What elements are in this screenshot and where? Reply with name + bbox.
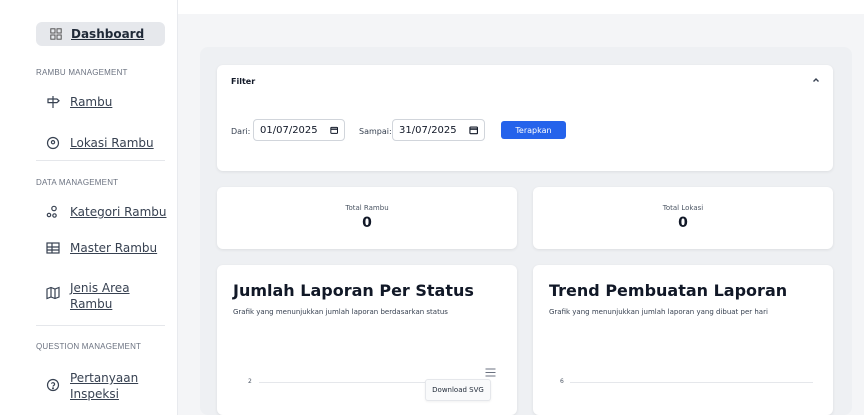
from-date-value: 01/07/2025 xyxy=(260,124,318,136)
chart-title: Trend Pembuatan Laporan xyxy=(549,281,788,300)
sidebar-divider xyxy=(36,325,165,326)
sidebar-item-label: Dashboard xyxy=(71,27,145,41)
help-circle-icon xyxy=(46,378,60,392)
signpost-icon xyxy=(47,96,60,108)
apply-filter-button[interactable]: Terapkan xyxy=(501,121,566,139)
y-axis-tick: 6 xyxy=(560,378,564,385)
dashboard-icon xyxy=(50,28,62,40)
map-icon xyxy=(46,286,60,300)
sidebar-item-label: Jenis Area Rambu xyxy=(70,280,130,312)
to-date-label: Sampai: xyxy=(359,127,392,136)
sidebar-item-master-rambu[interactable]: Master Rambu xyxy=(46,240,157,256)
calendar-icon[interactable] xyxy=(329,125,338,135)
label-line-1: Pertanyaan xyxy=(70,371,139,385)
chart-title: Jumlah Laporan Per Status xyxy=(233,281,474,300)
section-title-data-management: DATA MANAGEMENT xyxy=(36,178,119,187)
label-line-2: Inspeksi xyxy=(70,387,119,401)
stat-label: Total Rambu xyxy=(345,204,389,212)
stat-card-total-lokasi: Total Lokasi 0 xyxy=(533,187,833,249)
from-date-input[interactable]: 01/07/2025 xyxy=(253,119,345,141)
to-date-value: 31/07/2025 xyxy=(399,124,457,136)
sidebar-item-label: Rambu xyxy=(70,95,113,109)
sidebar-item-label: Lokasi Rambu xyxy=(70,136,154,150)
app-frame: Dashboard RAMBU MANAGEMENT Rambu Lokasi … xyxy=(0,0,864,415)
top-bar xyxy=(178,0,864,14)
chart-card-trend-pembuatan-laporan: Trend Pembuatan Laporan Grafik yang menu… xyxy=(533,265,833,415)
chart-gridline xyxy=(570,382,813,383)
chart-subtitle: Grafik yang menunjukkan jumlah laporan b… xyxy=(233,308,448,316)
stat-label: Total Lokasi xyxy=(662,204,704,212)
chart-card-laporan-per-status: Jumlah Laporan Per Status Grafik yang me… xyxy=(217,265,517,415)
table-icon xyxy=(46,242,60,254)
label-line-1: Jenis Area xyxy=(70,281,130,295)
section-title-question-management: QUESTION MANAGEMENT xyxy=(36,342,142,351)
calendar-icon[interactable] xyxy=(469,125,478,135)
sidebar-item-rambu[interactable]: Rambu xyxy=(46,94,112,110)
sidebar-item-kategori-rambu[interactable]: Kategori Rambu xyxy=(46,204,166,220)
stat-value: 0 xyxy=(362,215,372,231)
download-svg-menu-item[interactable]: Download SVG xyxy=(425,379,491,401)
to-date-input[interactable]: 31/07/2025 xyxy=(392,119,485,141)
shapes-icon xyxy=(46,205,57,218)
label-line-2: Rambu xyxy=(70,297,113,311)
chart-gridline xyxy=(259,382,425,383)
stat-card-total-rambu: Total Rambu 0 xyxy=(217,187,517,249)
from-date-label: Dari: xyxy=(231,127,251,136)
sidebar-item-dashboard[interactable]: Dashboard xyxy=(36,22,165,46)
sidebar-item-lokasi-rambu[interactable]: Lokasi Rambu xyxy=(46,135,154,151)
sidebar-item-label: Master Rambu xyxy=(70,241,158,255)
section-title-rambu-management: RAMBU MANAGEMENT xyxy=(36,68,128,77)
sidebar-item-label: Kategori Rambu xyxy=(70,205,167,219)
sidebar-item-label: Pertanyaan Inspeksi xyxy=(70,370,138,402)
chart-subtitle: Grafik yang menunjukkan jumlah laporan y… xyxy=(549,308,768,316)
filter-title: Filter xyxy=(231,77,256,86)
y-axis-tick: 2 xyxy=(248,378,252,385)
chevron-up-icon[interactable] xyxy=(811,75,821,85)
sidebar-divider xyxy=(36,160,165,161)
sidebar: Dashboard RAMBU MANAGEMENT Rambu Lokasi … xyxy=(0,0,178,415)
sidebar-item-jenis-area-rambu[interactable]: Jenis Area Rambu xyxy=(46,280,130,312)
sidebar-item-pertanyaan-inspeksi[interactable]: Pertanyaan Inspeksi xyxy=(46,370,138,402)
filter-card: Filter Dari: 01/07/2025 Sampai: 31/07/20… xyxy=(217,65,833,171)
menu-icon[interactable] xyxy=(485,368,496,377)
map-pin-icon xyxy=(46,136,60,150)
stat-value: 0 xyxy=(678,215,688,231)
